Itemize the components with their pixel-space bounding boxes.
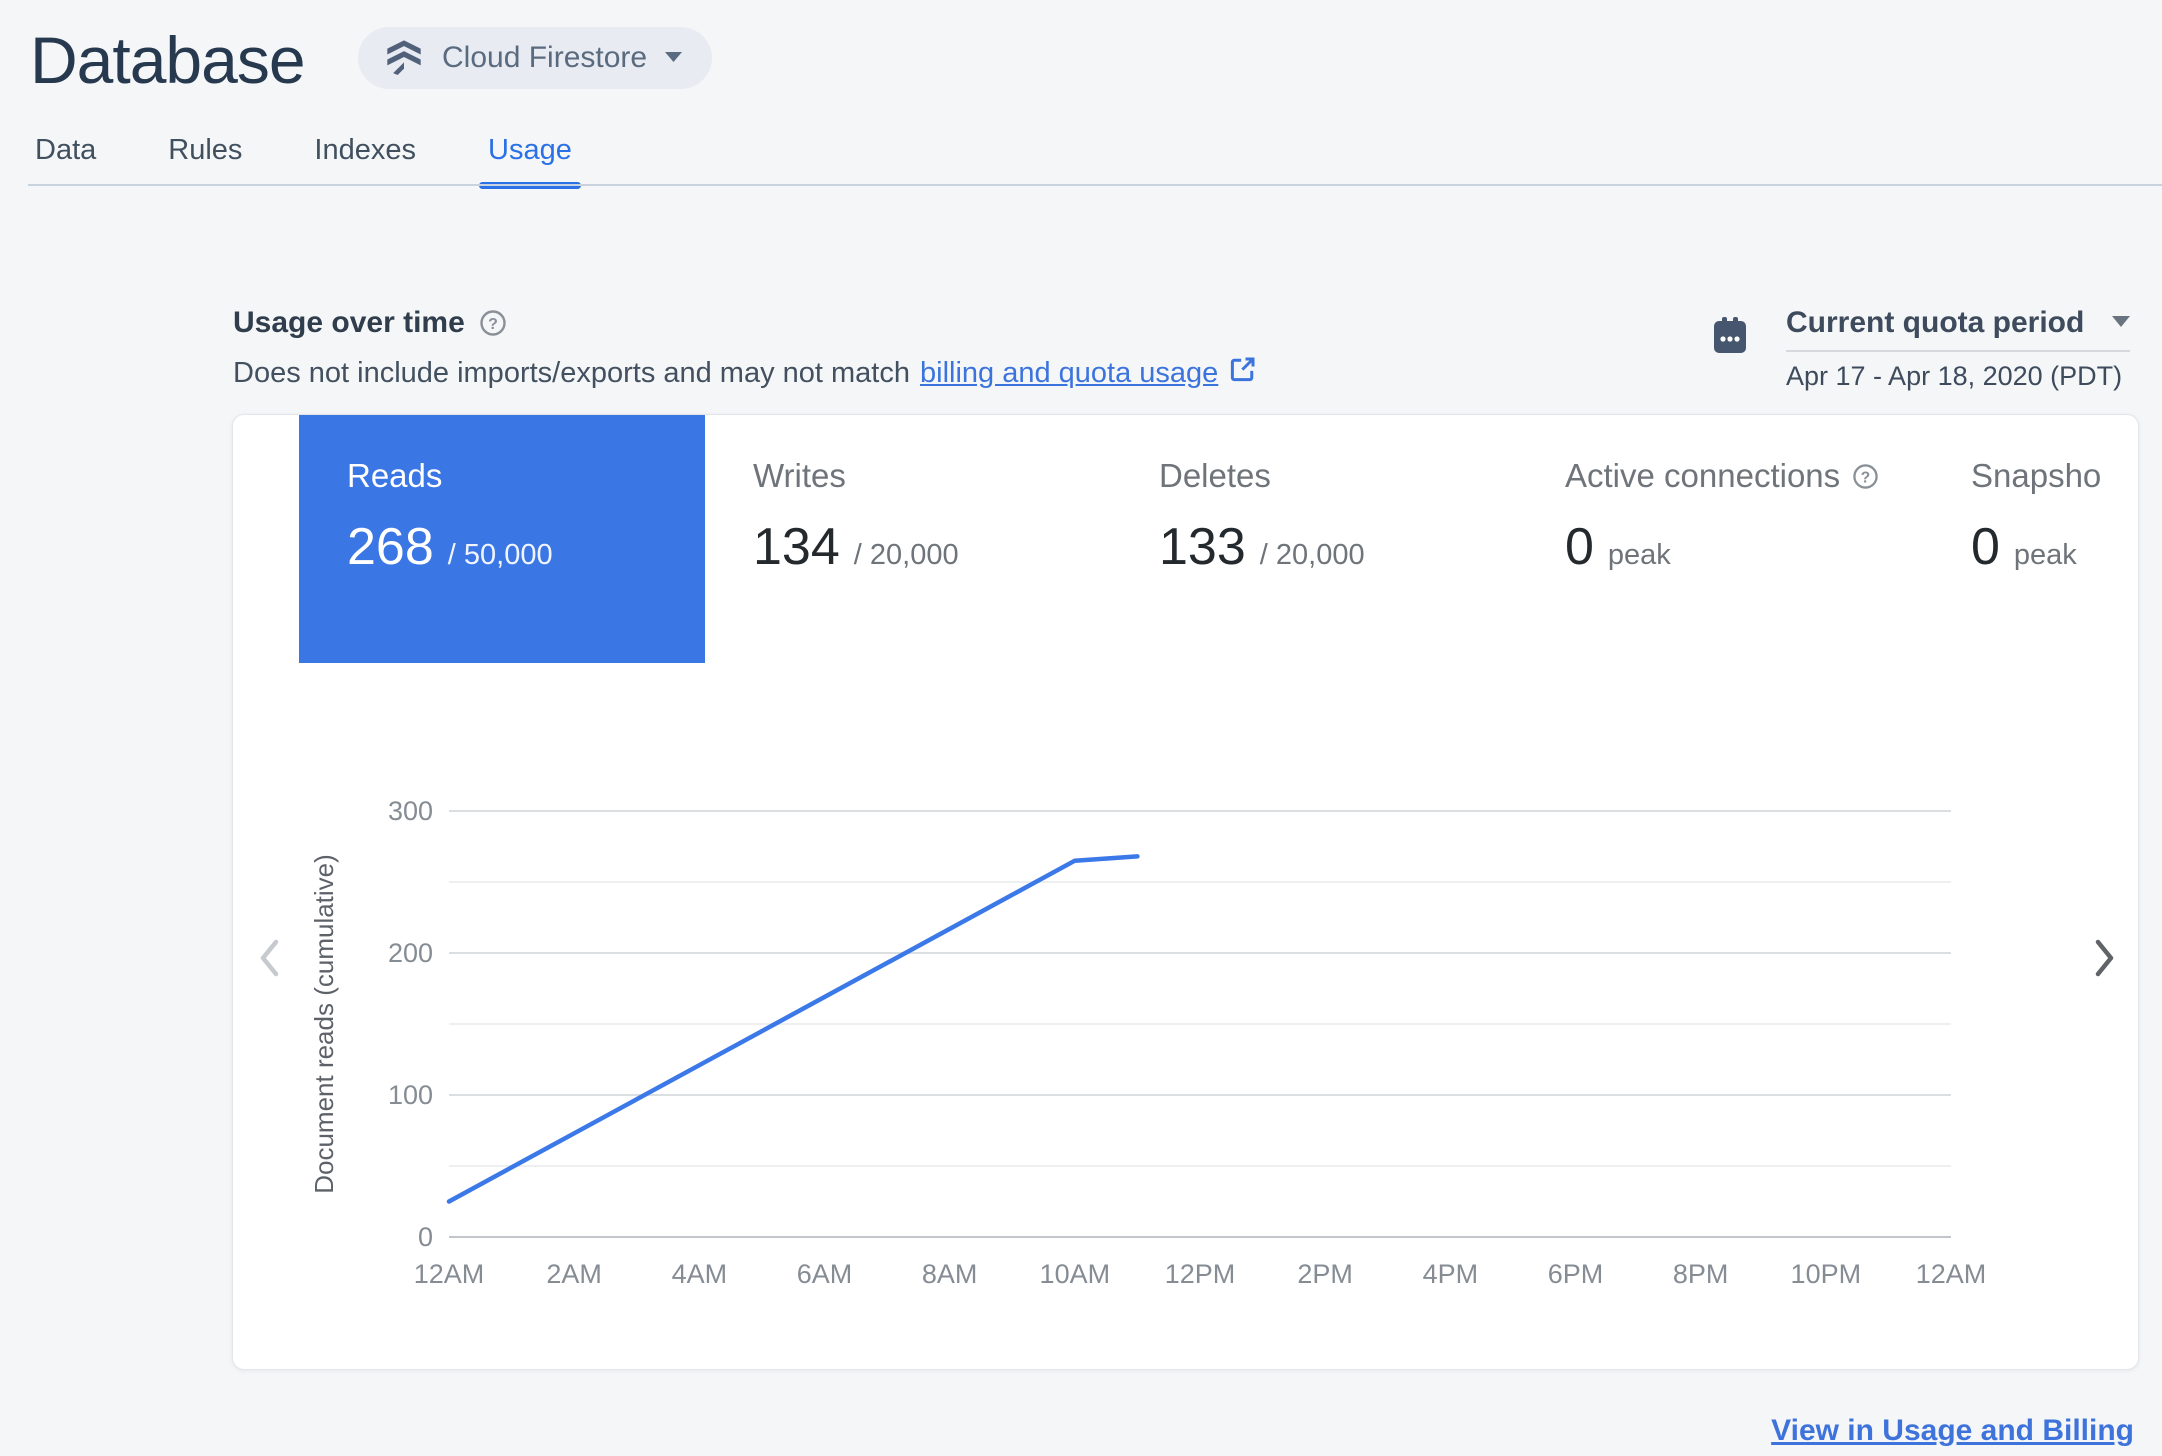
page-title: Database bbox=[30, 23, 306, 97]
svg-text:6AM: 6AM bbox=[797, 1259, 853, 1289]
svg-text:6PM: 6PM bbox=[1548, 1259, 1604, 1289]
tab-rules[interactable]: Rules bbox=[163, 134, 247, 189]
firestore-usage-page: Database Cloud Firestore Data Rules Inde… bbox=[0, 0, 2162, 1456]
tab-data[interactable]: Data bbox=[30, 134, 101, 189]
tab-usage[interactable]: Usage bbox=[479, 134, 581, 189]
svg-text:12PM: 12PM bbox=[1165, 1259, 1236, 1289]
section-title: Usage over time bbox=[233, 306, 465, 339]
svg-text:2AM: 2AM bbox=[546, 1259, 602, 1289]
usage-line-chart: 0 100 200 300 12AM 2AM 4AM 6AM 8AM 10AM 12PM 2PM 4PM… bbox=[309, 796, 1987, 1289]
svg-text:8PM: 8PM bbox=[1673, 1259, 1729, 1289]
svg-text:2PM: 2PM bbox=[1297, 1259, 1353, 1289]
tab-divider bbox=[28, 184, 2162, 186]
svg-text:?: ? bbox=[488, 316, 498, 333]
quota-period-label: Current quota period bbox=[1786, 306, 2085, 339]
quota-period-dropdown[interactable]: Current quota period Apr 17 - Apr 18, 20… bbox=[1786, 306, 2130, 392]
section-subtitle: Does not include imports/exports and may… bbox=[233, 354, 1258, 392]
svg-text:10AM: 10AM bbox=[1040, 1259, 1111, 1289]
firestore-icon bbox=[384, 36, 424, 81]
svg-text:4PM: 4PM bbox=[1423, 1259, 1479, 1289]
quota-period-range: Apr 17 - Apr 18, 2020 (PDT) bbox=[1786, 361, 2123, 391]
billing-quota-usage-link[interactable]: billing and quota usage bbox=[920, 357, 1218, 390]
svg-text:10PM: 10PM bbox=[1791, 1259, 1862, 1289]
product-selector-label: Cloud Firestore bbox=[442, 41, 648, 74]
calendar-icon[interactable] bbox=[1712, 315, 1748, 360]
usage-section-header: Usage over time ? Does not include impor… bbox=[233, 306, 1258, 392]
dropdown-caret-icon bbox=[2112, 314, 2130, 332]
view-usage-billing-link[interactable]: View in Usage and Billing bbox=[1771, 1414, 2134, 1448]
tab-bar: Data Rules Indexes Usage bbox=[0, 134, 2162, 189]
svg-text:200: 200 bbox=[388, 938, 433, 968]
tab-indexes[interactable]: Indexes bbox=[309, 134, 421, 189]
product-selector[interactable]: Cloud Firestore bbox=[358, 27, 713, 89]
chevron-down-icon bbox=[665, 49, 683, 67]
svg-text:100: 100 bbox=[388, 1080, 433, 1110]
svg-text:12AM: 12AM bbox=[1916, 1259, 1987, 1289]
external-link-icon bbox=[1228, 354, 1258, 392]
svg-text:0: 0 bbox=[418, 1222, 433, 1252]
help-icon[interactable]: ? bbox=[479, 309, 507, 337]
svg-text:300: 300 bbox=[388, 796, 433, 826]
svg-text:12AM: 12AM bbox=[414, 1259, 485, 1289]
quota-underline bbox=[1786, 350, 2130, 352]
svg-text:4AM: 4AM bbox=[672, 1259, 728, 1289]
svg-text:8AM: 8AM bbox=[922, 1259, 978, 1289]
usage-card: Reads 268 / 50,000 Writes 134 / 20,000 D… bbox=[232, 414, 2139, 1370]
svg-text:Document reads (cumulative): Document reads (cumulative) bbox=[309, 854, 339, 1194]
